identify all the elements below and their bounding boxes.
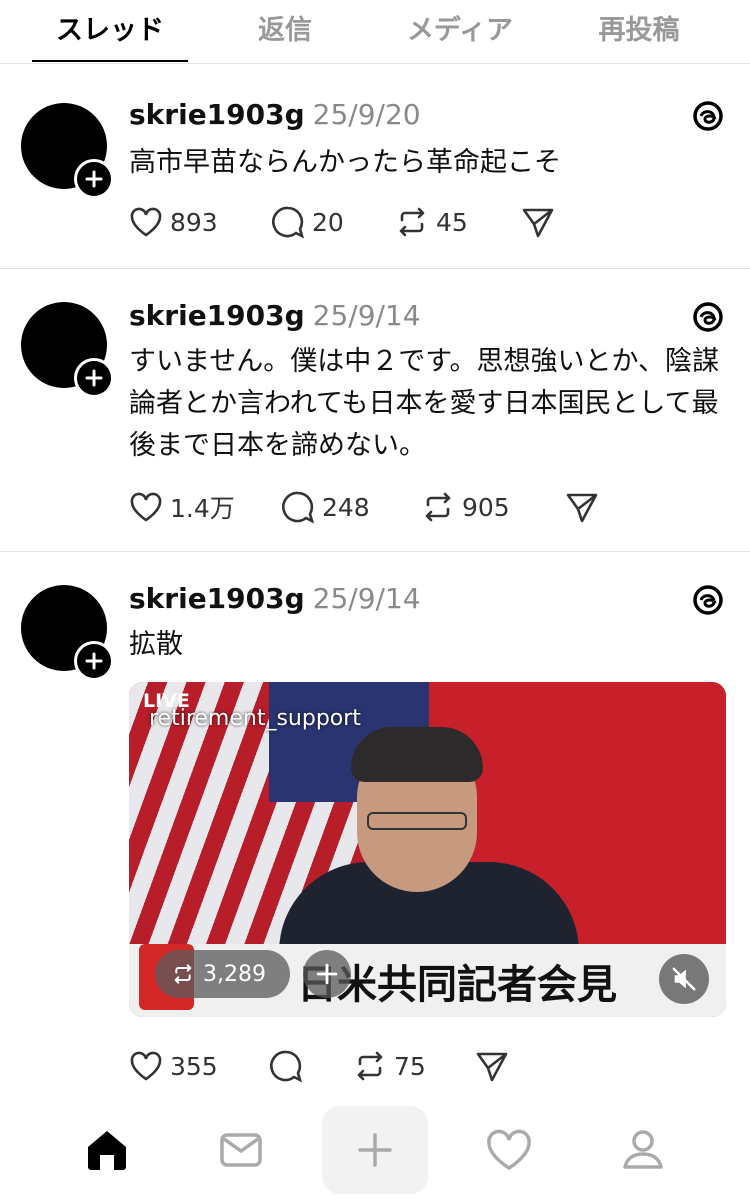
profile-tabs: スレッド 返信 メディア 再投稿 [0,0,750,64]
post-meta: skrie1903g 25/9/20 [129,98,421,131]
video-player[interactable]: 日米共同記者会見 LIVE retirement_support 3,289 [129,682,726,1017]
plus-icon [85,369,103,387]
post-meta: skrie1903g 25/9/14 [129,299,421,332]
username[interactable]: skrie1903g [129,582,305,615]
repost-button[interactable]: 45 [394,202,468,242]
tab-threads[interactable]: スレッド [32,8,188,48]
share-button[interactable] [520,202,556,242]
post-text: 拡散 [129,629,183,660]
nav-activity[interactable] [456,1106,562,1194]
repost-button[interactable]: 905 [420,487,510,527]
post-date: 25/9/14 [312,582,421,615]
post-actions: 355 75 [128,1046,528,1086]
repost-icon [399,207,425,237]
reply-count: 20 [312,207,344,237]
username[interactable]: skrie1903g [129,299,305,332]
inbox-icon [220,1133,262,1167]
repost-icon [357,1051,383,1081]
post-date: 25/9/20 [312,98,421,131]
plus-icon [316,963,338,985]
post[interactable]: skrie1903g 25/9/14 すいません。僕は中２です。思想強いとか、陰謀… [0,268,750,551]
like-button[interactable]: 893 [128,202,218,242]
post-date: 25/9/14 [312,299,421,332]
video-frame [367,812,467,830]
threads-icon[interactable] [690,299,726,335]
send-icon [522,208,554,238]
heart-icon [487,1129,531,1171]
comment-icon [270,1050,303,1083]
tab-reposts[interactable]: 再投稿 [564,8,714,48]
mute-button[interactable] [659,954,709,1004]
heart-icon [130,492,162,522]
follow-button[interactable] [74,159,114,199]
active-tab-indicator [32,60,188,62]
follow-button[interactable] [74,358,114,398]
username[interactable]: skrie1903g [129,98,305,131]
reply-button[interactable]: 20 [270,202,344,242]
repost-count: 75 [394,1051,426,1081]
reply-button[interactable]: 248 [280,487,370,527]
comment-icon [272,206,305,239]
post[interactable]: skrie1903g 25/9/20 高市早苗ならんかったら革命起こそ 893 2… [0,70,750,268]
reply-button[interactable] [268,1046,310,1086]
video-frame [351,727,483,782]
plus-icon [85,170,103,188]
post-actions: 1.4万 248 905 [128,487,608,527]
comment-icon [282,491,315,524]
nav-compose[interactable] [322,1106,428,1194]
compose-icon [358,1133,392,1167]
post-text: すいません。僕は中２です。思想強いとか、陰謀論者とか言われても日本を愛す日本国民… [129,346,719,461]
repost-icon [425,492,451,522]
post-actions: 893 20 45 [128,202,558,242]
plus-icon [85,652,103,670]
speaker-muted-icon [672,967,696,991]
home-icon [88,1131,126,1170]
heart-icon [130,207,162,237]
video-watermark: retirement_support [149,706,361,731]
send-icon [476,1052,508,1082]
threads-icon[interactable] [690,582,726,618]
video-add-button[interactable] [303,950,351,998]
like-count: 355 [170,1051,218,1081]
repost-icon [174,964,192,984]
like-button[interactable]: 355 [128,1046,218,1086]
share-button[interactable] [474,1046,510,1086]
send-icon [566,493,598,523]
like-count: 1.4万 [170,494,235,523]
like-count: 893 [170,207,218,237]
tab-media[interactable]: メディア [385,8,535,48]
nav-home[interactable] [54,1106,160,1194]
post-text: 高市早苗ならんかったら革命起こそ [129,147,561,178]
repost-button[interactable]: 75 [352,1046,426,1086]
follow-button[interactable] [74,641,114,681]
reply-count: 248 [322,492,370,522]
nav-profile[interactable] [590,1106,696,1194]
profile-icon [623,1130,663,1169]
heart-icon [130,1051,162,1081]
video-repost-count: 3,289 [203,961,266,987]
video-repost-badge[interactable]: 3,289 [155,950,290,998]
repost-count: 905 [462,492,510,522]
bottom-nav [0,1100,750,1199]
like-button[interactable]: 1.4万 [128,487,235,527]
repost-count: 45 [436,207,468,237]
nav-inbox[interactable] [188,1106,294,1194]
share-button[interactable] [564,487,600,527]
post-meta: skrie1903g 25/9/14 [129,582,421,615]
threads-icon[interactable] [690,98,726,134]
tab-replies[interactable]: 返信 [210,8,360,48]
